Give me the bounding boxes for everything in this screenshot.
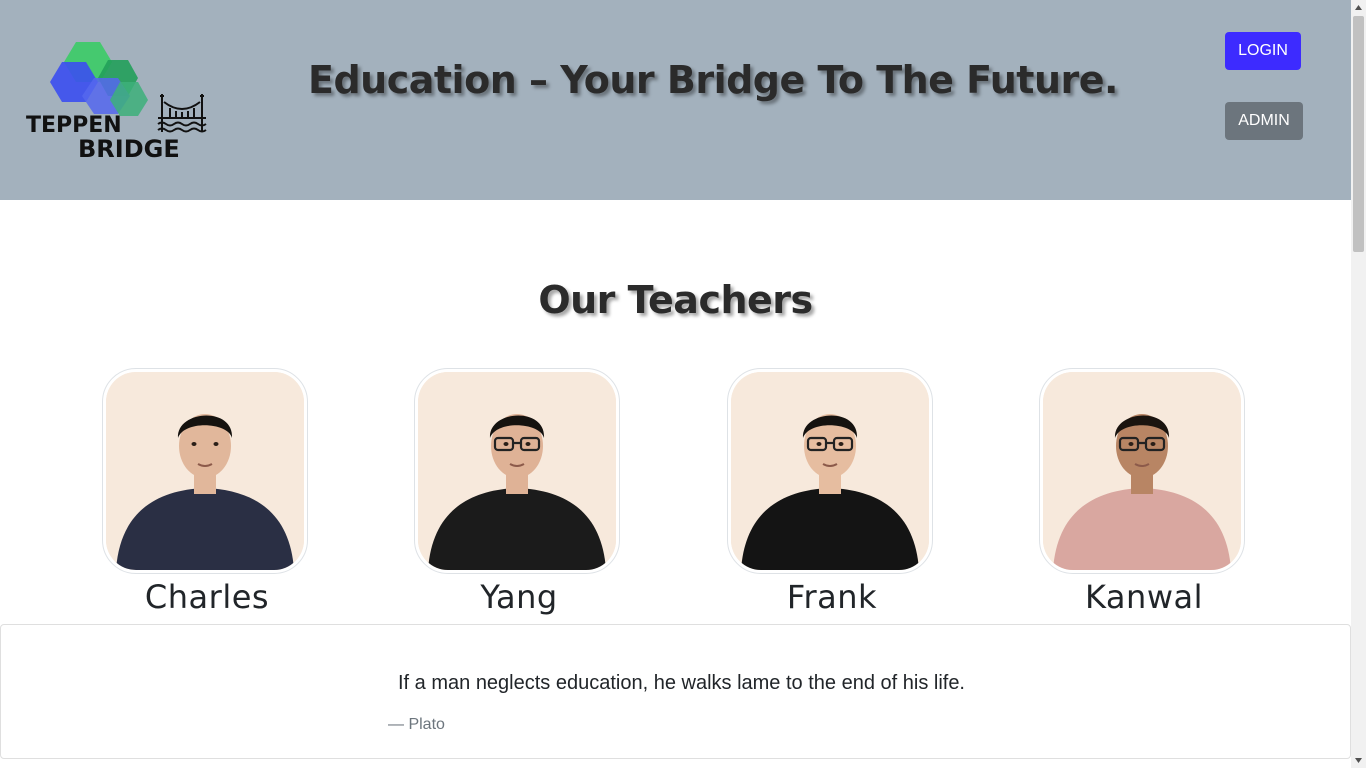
admin-button[interactable]: ADMIN [1225,102,1303,140]
teacher-card[interactable]: Charles [102,368,312,616]
page-headline: Education – Your Bridge To The Future. [308,58,1118,102]
section-title: Our Teachers [538,278,813,322]
teacher-portrait [731,372,929,570]
teacher-name: Charles [144,578,270,616]
teacher-portrait [418,372,616,570]
teacher-photo-frame [1039,368,1245,574]
teacher-card[interactable]: Frank [727,368,937,616]
quote-text: If a man neglects education, he walks la… [398,672,965,694]
scrollbar-thumb[interactable] [1353,16,1364,252]
teacher-photo [418,372,616,570]
teacher-card[interactable]: Yang [414,368,624,616]
teacher-card[interactable]: Kanwal [1039,368,1249,616]
scroll-down-arrow-icon[interactable] [1351,753,1366,768]
teacher-photo [106,372,304,570]
login-button[interactable]: LOGIN [1225,32,1301,70]
logo-text-line2: BRIDGE [78,135,180,163]
teacher-portrait [1043,372,1241,570]
vertical-scrollbar[interactable] [1351,0,1366,768]
teacher-photo-frame [414,368,620,574]
site-header: TEPPEN BRIDGE Education – Your Bridge To… [0,0,1351,200]
teacher-photo-frame [102,368,308,574]
teacher-name: Frank [786,578,878,616]
scroll-up-arrow-icon[interactable] [1351,0,1366,15]
teacher-photo [731,372,929,570]
teppen-bridge-logo[interactable]: TEPPEN BRIDGE [24,38,210,164]
teacher-photo-frame [727,368,933,574]
teacher-name: Kanwal [1085,578,1203,616]
teacher-name: Yang [480,578,558,616]
quote-author: — Plato [388,716,445,733]
quote-card: If a man neglects education, he walks la… [0,624,1351,759]
teacher-portrait [106,372,304,570]
teacher-photo [1043,372,1241,570]
page: TEPPEN BRIDGE Education – Your Bridge To… [0,0,1351,768]
